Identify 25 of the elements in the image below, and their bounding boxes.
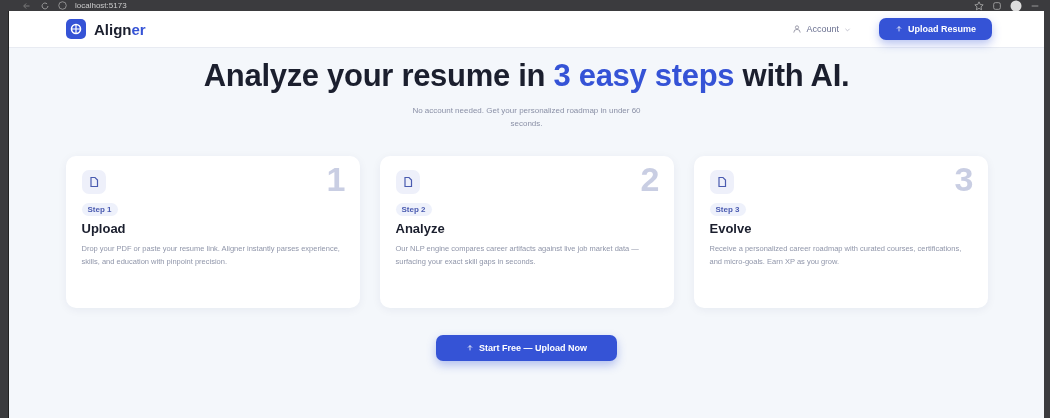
profile-icon[interactable] [1010, 0, 1022, 12]
document-icon [81, 170, 106, 194]
star-icon[interactable] [974, 0, 984, 11]
start-free-button[interactable]: Start Free — Upload Now [436, 335, 617, 361]
address-bar-url[interactable]: localhost:5173 [75, 1, 127, 10]
upload-resume-button[interactable]: Upload Resume [879, 18, 992, 40]
back-arrow-icon[interactable] [22, 0, 32, 11]
step-title: Evolve [709, 221, 752, 236]
account-menu[interactable]: Account [787, 23, 857, 35]
brand-name[interactable]: Aligner [94, 20, 146, 38]
step-title: Upload [81, 221, 126, 236]
step-badge: Step 1 [81, 203, 118, 216]
step-badge: Step 3 [709, 203, 746, 216]
step-badge: Step 2 [395, 203, 432, 216]
upload-icon [466, 344, 474, 352]
hero-subtitle: No account needed. Get your personalized roadmap in under 60 seconds. [411, 105, 642, 130]
document-icon [395, 170, 420, 194]
document-icon [709, 170, 734, 194]
reload-icon[interactable] [40, 0, 50, 11]
logo-icon [66, 19, 86, 39]
upload-icon [895, 25, 903, 33]
step-title: Analyze [395, 221, 445, 236]
extension-icon[interactable] [992, 0, 1002, 11]
user-icon [793, 25, 802, 33]
hero-headline: Analyze your resume in 3 easy steps with AI. [203, 58, 850, 94]
